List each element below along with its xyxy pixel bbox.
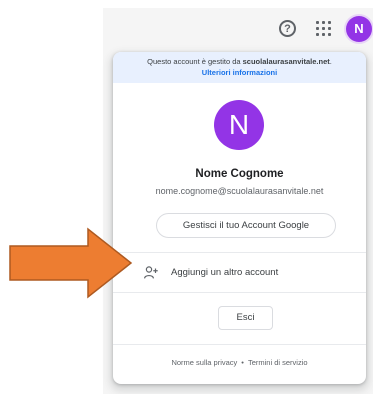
sign-out-button[interactable]: Esci (218, 306, 273, 330)
privacy-policy-link[interactable]: Norme sulla privacy (171, 358, 237, 367)
profile-avatar[interactable]: N (214, 100, 264, 150)
manage-account-button[interactable]: Gestisci il tuo Account Google (156, 213, 336, 238)
account-card: Questo account è gestito da scuolalauras… (113, 52, 366, 384)
add-account-label: Aggiungi un altro account (171, 267, 279, 278)
apps-grid-icon[interactable] (316, 21, 331, 36)
footer-links: Norme sulla privacy • Termini di servizio (113, 358, 366, 367)
divider (113, 252, 366, 253)
learn-more-link[interactable]: Ulteriori informazioni (113, 67, 366, 78)
managed-account-notice: Questo account è gestito da scuolalauras… (113, 52, 366, 83)
screen: ? N Questo account è gestito da scuolala… (0, 0, 373, 394)
top-bar: ? N (103, 8, 373, 52)
footer-separator: • (241, 358, 244, 367)
help-circle-icon[interactable]: ? (279, 20, 296, 37)
add-account-row[interactable]: Aggiungi un altro account (113, 256, 366, 290)
person-add-icon (144, 266, 158, 279)
account-email: nome.cognome@scuolalaurasanvitale.net (155, 186, 324, 196)
account-name: Nome Cognome (195, 168, 284, 180)
notice-domain: scuolalaurasanvitale.net (242, 57, 330, 66)
account-avatar-button[interactable]: N (346, 16, 372, 42)
divider (113, 344, 366, 345)
notice-prefix: Questo account è gestito da (147, 57, 243, 66)
notice-suffix: . (329, 57, 332, 66)
orange-arrow-annotation (9, 227, 133, 299)
divider (113, 292, 366, 293)
terms-of-service-link[interactable]: Termini di servizio (248, 358, 308, 367)
